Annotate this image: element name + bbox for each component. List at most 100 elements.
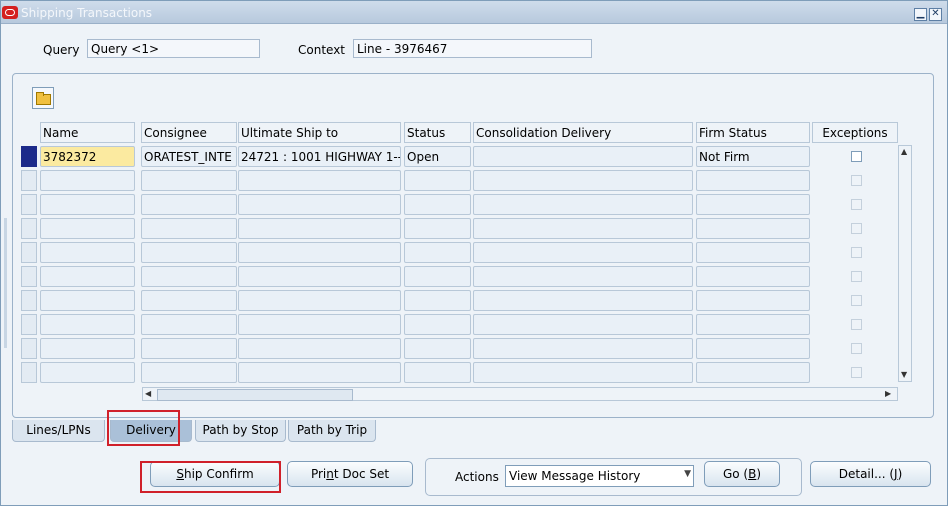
detail-button[interactable]: Detail... (J) (810, 461, 931, 487)
column-header-consolidation-delivery[interactable]: Consolidation Delivery (473, 122, 693, 143)
cell-ultimate-ship-to[interactable] (238, 338, 401, 359)
cell-status[interactable] (404, 266, 471, 287)
cell-ultimate-ship-to[interactable] (238, 194, 401, 215)
column-header-name[interactable]: Name (40, 122, 135, 143)
cell-status[interactable] (404, 194, 471, 215)
folder-open-icon[interactable] (32, 87, 54, 109)
row-indicator[interactable] (21, 194, 37, 215)
cell-consolidation-delivery[interactable] (473, 314, 693, 335)
cell-consolidation-delivery[interactable] (473, 242, 693, 263)
cell-firm-status[interactable] (696, 242, 810, 263)
cell-consignee[interactable] (141, 338, 237, 359)
query-field[interactable]: Query <1> (87, 39, 260, 58)
exceptions-checkbox[interactable] (851, 151, 862, 162)
row-indicator-current[interactable] (21, 146, 37, 167)
cell-consignee[interactable] (141, 218, 237, 239)
cell-name[interactable] (40, 290, 135, 311)
cell-name[interactable] (40, 314, 135, 335)
row-indicator[interactable] (21, 218, 37, 239)
scroll-thumb[interactable] (157, 389, 353, 401)
cell-firm-status[interactable] (696, 266, 810, 287)
cell-name[interactable] (40, 338, 135, 359)
cell-consolidation-delivery[interactable] (473, 146, 693, 167)
cell-firm-status[interactable] (696, 218, 810, 239)
go-button[interactable]: Go (B) (704, 461, 780, 487)
cell-consignee[interactable] (141, 314, 237, 335)
cell-consolidation-delivery[interactable] (473, 362, 693, 383)
tab-lines-lpns[interactable]: Lines/LPNs (12, 420, 105, 442)
cell-firm-status[interactable] (696, 314, 810, 335)
cell-name[interactable] (40, 170, 135, 191)
cell-consolidation-delivery[interactable] (473, 218, 693, 239)
actions-select[interactable]: View Message History ▼ (505, 465, 694, 487)
cell-ultimate-ship-to[interactable]: 24721 : 1001 HIGHWAY 1-- (238, 146, 401, 167)
highlight-box-delivery (107, 410, 180, 446)
cell-ultimate-ship-to[interactable] (238, 218, 401, 239)
cell-consolidation-delivery[interactable] (473, 290, 693, 311)
cell-status[interactable]: Open (404, 146, 471, 167)
cell-consignee[interactable] (141, 266, 237, 287)
tab-path-by-trip[interactable]: Path by Trip (288, 420, 376, 442)
cell-name[interactable] (40, 218, 135, 239)
row-indicator[interactable] (21, 362, 37, 383)
tab-path-by-stop[interactable]: Path by Stop (195, 420, 286, 442)
cell-status[interactable] (404, 338, 471, 359)
cell-name[interactable]: 3782372 (40, 146, 135, 167)
column-header-exceptions[interactable]: Exceptions (812, 122, 898, 143)
row-indicator[interactable] (21, 338, 37, 359)
column-header-status[interactable]: Status (404, 122, 471, 143)
print-doc-set-button[interactable]: Print Doc Set (287, 461, 413, 487)
column-header-consignee[interactable]: Consignee (141, 122, 237, 143)
column-header-ultimate-ship-to[interactable]: Ultimate Ship to (238, 122, 401, 143)
scroll-down-icon[interactable]: ▼ (901, 370, 907, 379)
cell-consignee[interactable] (141, 362, 237, 383)
row-indicator[interactable] (21, 314, 37, 335)
cell-firm-status[interactable] (696, 362, 810, 383)
cell-firm-status[interactable] (696, 338, 810, 359)
cell-firm-status[interactable] (696, 290, 810, 311)
cell-consolidation-delivery[interactable] (473, 266, 693, 287)
cell-consignee[interactable] (141, 194, 237, 215)
vertical-scrollbar[interactable]: ▲ ▼ (898, 145, 912, 382)
row-indicator[interactable] (21, 266, 37, 287)
cell-firm-status[interactable]: Not Firm (696, 146, 810, 167)
close-icon[interactable]: ✕ (929, 8, 942, 21)
horizontal-scrollbar[interactable]: ◀ ▶ (142, 387, 898, 401)
cell-name[interactable] (40, 266, 135, 287)
cell-status[interactable] (404, 362, 471, 383)
cell-name[interactable] (40, 242, 135, 263)
cell-name[interactable] (40, 362, 135, 383)
cell-status[interactable] (404, 290, 471, 311)
cell-consolidation-delivery[interactable] (473, 170, 693, 191)
cell-consolidation-delivery[interactable] (473, 194, 693, 215)
cell-name[interactable] (40, 194, 135, 215)
cell-firm-status[interactable] (696, 194, 810, 215)
column-header-firm-status[interactable]: Firm Status (696, 122, 810, 143)
cell-ultimate-ship-to[interactable] (238, 362, 401, 383)
row-indicator[interactable] (21, 170, 37, 191)
cell-status[interactable] (404, 170, 471, 191)
splitter-handle[interactable] (4, 218, 7, 348)
row-indicator[interactable] (21, 290, 37, 311)
row-indicator[interactable] (21, 242, 37, 263)
scroll-left-icon[interactable]: ◀ (145, 389, 151, 398)
minimize-icon[interactable]: ▁ (914, 8, 927, 21)
cell-consolidation-delivery[interactable] (473, 338, 693, 359)
cell-ultimate-ship-to[interactable] (238, 290, 401, 311)
chevron-down-icon[interactable]: ▼ (684, 469, 691, 479)
cell-consignee[interactable] (141, 290, 237, 311)
cell-status[interactable] (404, 314, 471, 335)
scroll-right-icon[interactable]: ▶ (885, 389, 891, 398)
cell-ultimate-ship-to[interactable] (238, 170, 401, 191)
context-field[interactable]: Line - 3976467 (353, 39, 592, 58)
cell-ultimate-ship-to[interactable] (238, 266, 401, 287)
cell-consignee[interactable] (141, 242, 237, 263)
scroll-up-icon[interactable]: ▲ (901, 147, 907, 156)
cell-status[interactable] (404, 218, 471, 239)
cell-consignee[interactable] (141, 170, 237, 191)
cell-ultimate-ship-to[interactable] (238, 314, 401, 335)
cell-status[interactable] (404, 242, 471, 263)
cell-ultimate-ship-to[interactable] (238, 242, 401, 263)
cell-consignee[interactable]: ORATEST_INTE (141, 146, 237, 167)
cell-firm-status[interactable] (696, 170, 810, 191)
